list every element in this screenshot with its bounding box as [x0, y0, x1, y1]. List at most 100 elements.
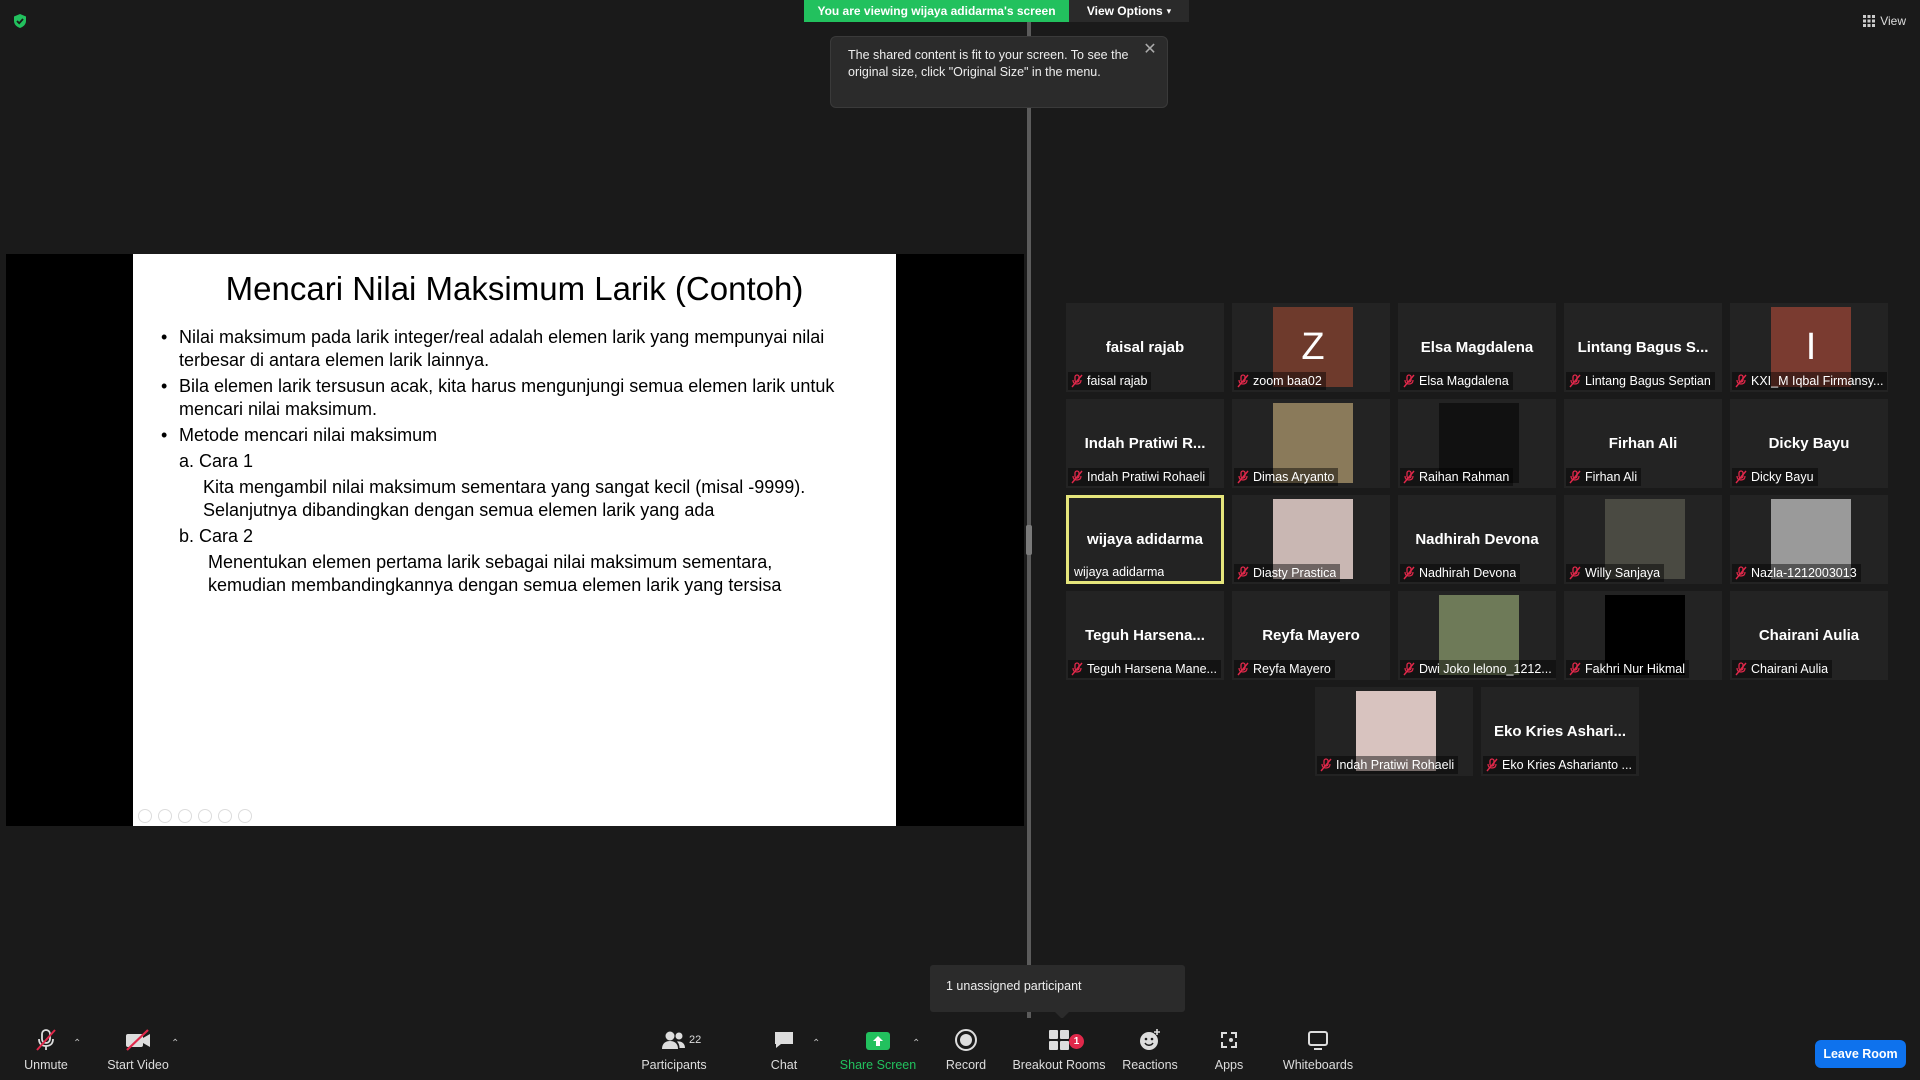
- participant-name-label: zoom baa02: [1234, 372, 1326, 390]
- participant-display-name: wijaya adidarma: [1087, 531, 1203, 548]
- chat-options-chevron-icon[interactable]: ⌃: [812, 1038, 820, 1049]
- participant-tile[interactable]: Zzoom baa02: [1232, 303, 1390, 392]
- unassigned-participant-popup[interactable]: 1 unassigned participant: [930, 965, 1185, 1019]
- participant-tile[interactable]: Fakhri Nur Hikmal: [1564, 591, 1722, 680]
- participant-name-label: Nazla-1212003013: [1732, 564, 1861, 582]
- participant-name-text: Dicky Bayu: [1751, 470, 1814, 484]
- microphone-muted-icon: [1237, 374, 1249, 388]
- more-options-icon[interactable]: [238, 809, 252, 823]
- view-button[interactable]: View: [1863, 12, 1906, 30]
- participants-button[interactable]: Participants: [640, 1022, 708, 1076]
- video-options-chevron-icon[interactable]: ⌃: [171, 1038, 179, 1049]
- microphone-muted-icon: [1071, 662, 1083, 676]
- participant-tile[interactable]: Dwi Joko lelono_1212...: [1398, 591, 1556, 680]
- share-screen-icon: [866, 1032, 890, 1050]
- participant-name-label: Teguh Harsena Mane...: [1068, 660, 1221, 678]
- slide-line: Menentukan elemen pertama larik sebagai …: [208, 552, 773, 572]
- participant-tile[interactable]: Indah Pratiwi Rohaeli: [1315, 687, 1473, 776]
- participant-name-text: Elsa Magdalena: [1419, 374, 1509, 388]
- presentation-slide: Mencari Nilai Maksimum Larik (Contoh) Ni…: [133, 254, 896, 826]
- participant-tile[interactable]: Willy Sanjaya: [1564, 495, 1722, 584]
- participant-name-label: Indah Pratiwi Rohaeli: [1317, 756, 1459, 774]
- participant-name-label: Dwi Joko lelono_1212...: [1400, 660, 1556, 678]
- participant-tile[interactable]: Elsa Magdalena Elsa Magdalena: [1398, 303, 1556, 392]
- unmute-button[interactable]: Unmute: [22, 1022, 70, 1076]
- apps-button[interactable]: Apps: [1210, 1022, 1248, 1076]
- reactions-button[interactable]: Reactions: [1122, 1022, 1178, 1076]
- view-options-button[interactable]: View Options ▾: [1069, 0, 1189, 22]
- participant-tile[interactable]: faisal rajab faisal rajab: [1066, 303, 1224, 392]
- participant-name-label: Chairani Aulia: [1732, 660, 1833, 678]
- slide-bullet: Nilai maksimum pada larik integer/real a…: [161, 326, 881, 372]
- participant-tile[interactable]: Chairani Aulia Chairani Aulia: [1730, 591, 1888, 680]
- microphone-muted-icon: [1320, 758, 1332, 772]
- grid-view-icon: [1863, 15, 1876, 27]
- chat-label: Chat: [770, 1058, 798, 1072]
- slide-line: Selanjutnya dibandingkan dengan semua el…: [203, 500, 715, 520]
- leave-room-button[interactable]: Leave Room: [1815, 1040, 1906, 1068]
- record-icon: [955, 1029, 977, 1051]
- participant-tile[interactable]: Diasty Prastica: [1232, 495, 1390, 584]
- slides-overview-icon[interactable]: [198, 809, 212, 823]
- participant-name-label: Indah Pratiwi Rohaeli: [1068, 468, 1210, 486]
- whiteboard-icon: [1308, 1031, 1328, 1050]
- participant-tile[interactable]: Nazla-1212003013: [1730, 495, 1888, 584]
- next-slide-icon[interactable]: [158, 809, 172, 823]
- participant-tile[interactable]: Indah Pratiwi R... Indah Pratiwi Rohaeli: [1066, 399, 1224, 488]
- chat-bubble-icon: [775, 1032, 793, 1048]
- participant-display-name: Chairani Aulia: [1758, 627, 1860, 644]
- participants-icon: [662, 1031, 685, 1049]
- breakout-rooms-label: Breakout Rooms: [1012, 1058, 1106, 1072]
- microphone-muted-icon: [1735, 566, 1747, 580]
- breakout-rooms-button[interactable]: Breakout Rooms: [1012, 1022, 1106, 1076]
- participant-display-name: Eko Kries Ashari...: [1494, 723, 1626, 740]
- slide-sub-label: b. Cara 2: [179, 526, 254, 546]
- encryption-shield-icon[interactable]: [12, 13, 28, 29]
- participant-tile[interactable]: Lintang Bagus S... Lintang Bagus Septian: [1564, 303, 1722, 392]
- participant-display-name: faisal rajab: [1105, 339, 1185, 356]
- participant-tile[interactable]: Reyfa Mayero Reyfa Mayero: [1232, 591, 1390, 680]
- participant-tile[interactable]: Firhan Ali Firhan Ali: [1564, 399, 1722, 488]
- tooltip-text: The shared content is fit to your screen…: [848, 48, 1129, 79]
- microphone-muted-icon: [36, 1029, 56, 1051]
- participant-tile[interactable]: Dicky Bayu Dicky Bayu: [1730, 399, 1888, 488]
- microphone-muted-icon: [1569, 470, 1581, 484]
- microphone-muted-icon: [1403, 470, 1415, 484]
- zoom-meeting-window: You are viewing wijaya adidarma's screen…: [0, 0, 1920, 1080]
- prev-slide-icon[interactable]: [138, 809, 152, 823]
- participant-name-label: Fakhri Nur Hikmal: [1566, 660, 1690, 678]
- participant-name-text: Diasty Prastica: [1253, 566, 1337, 580]
- record-label: Record: [945, 1058, 987, 1072]
- participant-tile[interactable]: Raihan Rahman: [1398, 399, 1556, 488]
- slide-bullet: Bila elemen larik tersusun acak, kita ha…: [161, 375, 881, 421]
- chevron-down-icon: ▾: [1166, 5, 1172, 16]
- participant-display-name: Indah Pratiwi R...: [1084, 435, 1206, 452]
- participant-name-text: faisal rajab: [1087, 374, 1148, 388]
- chat-button[interactable]: Chat: [764, 1022, 804, 1076]
- reactions-label: Reactions: [1122, 1058, 1178, 1072]
- zoom-icon[interactable]: [218, 809, 232, 823]
- microphone-muted-icon: [1071, 470, 1083, 484]
- share-options-chevron-icon[interactable]: ⌃: [912, 1038, 920, 1049]
- participant-tile[interactable]: Eko Kries Ashari... Eko Kries Asharianto …: [1481, 687, 1639, 776]
- divider-drag-handle[interactable]: [1026, 525, 1032, 555]
- participant-tile[interactable]: I KXI_M Iqbal Firmansy...: [1730, 303, 1888, 392]
- participant-tile[interactable]: Teguh Harsena... Teguh Harsena Mane...: [1066, 591, 1224, 680]
- participant-tile[interactable]: Dimas Aryanto: [1232, 399, 1390, 488]
- close-icon[interactable]: ✕: [1143, 42, 1157, 58]
- participant-name-label: Elsa Magdalena: [1400, 372, 1513, 390]
- start-video-button[interactable]: Start Video: [106, 1022, 170, 1076]
- view-options-label: View Options: [1086, 4, 1163, 18]
- reaction-emoji-icon: [1140, 1029, 1160, 1050]
- record-button[interactable]: Record: [940, 1022, 992, 1076]
- slide-body: Nilai maksimum pada larik integer/real a…: [161, 326, 881, 597]
- share-screen-button[interactable]: Share Screen: [840, 1022, 916, 1076]
- whiteboards-button[interactable]: Whiteboards: [1280, 1022, 1356, 1076]
- participant-display-name: Firhan Ali: [1608, 435, 1678, 452]
- participants-count: 22: [689, 1034, 702, 1046]
- participant-tile[interactable]: wijaya adidarma wijaya adidarma: [1066, 495, 1224, 584]
- pen-icon[interactable]: [178, 809, 192, 823]
- audio-options-chevron-icon[interactable]: ⌃: [73, 1038, 81, 1049]
- participant-name-label: Eko Kries Asharianto ...: [1483, 756, 1636, 774]
- participant-tile[interactable]: Nadhirah Devona Nadhirah Devona: [1398, 495, 1556, 584]
